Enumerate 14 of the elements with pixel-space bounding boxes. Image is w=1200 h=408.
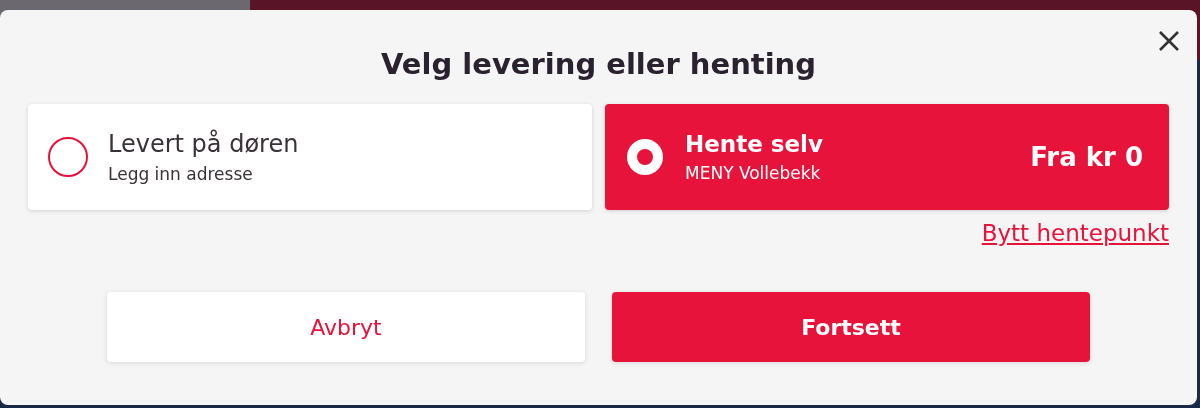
delivery-option-card[interactable]: Levert på døren Legg inn adresse (28, 104, 592, 210)
radio-icon (48, 137, 88, 177)
continue-button[interactable]: Fortsett (612, 292, 1090, 362)
option-title: Levert på døren (108, 130, 300, 158)
option-subtitle: MENY Vollebekk (685, 163, 822, 183)
option-subtitle: Legg inn adresse (108, 164, 254, 184)
dialog-title: Velg levering eller henting (380, 46, 817, 83)
cancel-button[interactable]: Avbryt (107, 292, 585, 362)
close-icon[interactable] (1158, 30, 1180, 52)
delivery-option-card[interactable]: Hente selv MENY Vollebekk Fra kr 0 (605, 104, 1169, 210)
option-price: Fra kr 0 (1030, 142, 1143, 172)
radio-selected-icon (625, 137, 665, 177)
change-pickup-link[interactable]: Bytt hentepunkt (981, 220, 1169, 246)
option-title: Hente selv (685, 131, 824, 157)
